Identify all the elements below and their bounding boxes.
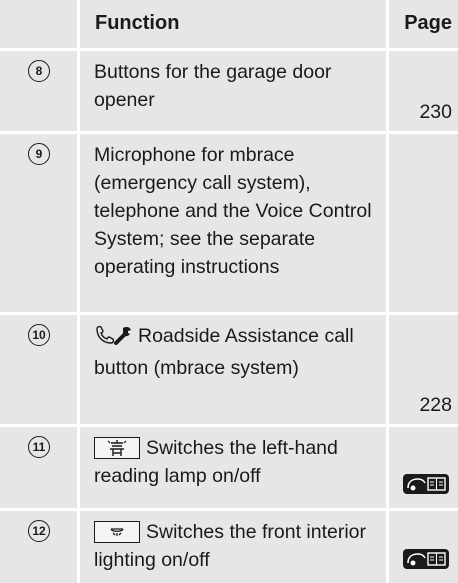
row-page-link[interactable]: 228	[419, 394, 452, 417]
table-row: 12 Switches the front interior lighting …	[0, 511, 458, 583]
table-row: 8 Buttons for the garage door opener 230	[0, 51, 458, 134]
table-row: 9 Microphone for mbrace (emergency call …	[0, 134, 458, 315]
row-number: 10	[28, 324, 50, 346]
row-function-content: Roadside Assistance call button (mbrace …	[94, 322, 384, 382]
table-row: 11 Switches the left-hand reading lamp o…	[0, 427, 458, 511]
row-number: 11	[28, 436, 50, 458]
header-page: Page	[404, 12, 452, 34]
phone-wrench-icon	[94, 324, 134, 354]
interior-light-button-icon	[94, 521, 140, 543]
row-function-text: Buttons for the garage door opener	[94, 61, 332, 111]
table-header: Function Page	[0, 0, 458, 51]
row-function-content: Switches the left-hand reading lamp on/o…	[94, 434, 384, 490]
row-number: 8	[28, 60, 50, 82]
row-function-content: Switches the front interior lighting on/…	[94, 518, 384, 574]
row-number: 9	[28, 143, 50, 165]
header-function: Function	[95, 12, 180, 34]
row-page-link[interactable]: 230	[419, 101, 452, 124]
vehicle-book-icon[interactable]	[402, 473, 450, 500]
row-function-text: Microphone for mbrace (emergency call sy…	[94, 144, 372, 278]
reading-lamp-button-icon	[94, 437, 140, 459]
vehicle-book-icon[interactable]	[402, 548, 450, 575]
table-row: 10 Roadside Assistance call button (mbra…	[0, 315, 458, 427]
function-table: Function Page 8 Buttons for the garage d…	[0, 0, 458, 583]
row-number: 12	[28, 520, 50, 542]
